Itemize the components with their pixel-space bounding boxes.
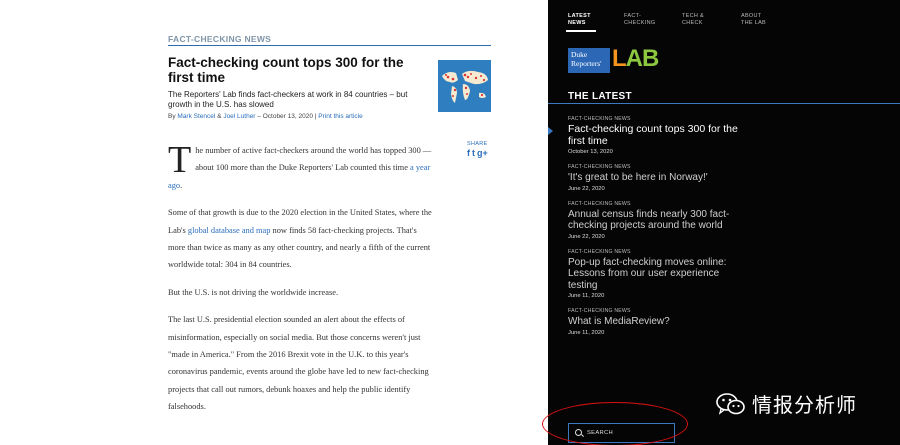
byline-prefix: By <box>168 113 176 120</box>
news-category[interactable]: FACT-CHECKING NEWS <box>568 116 743 122</box>
wechat-icon <box>716 392 746 416</box>
section-divider <box>548 103 900 104</box>
list-item[interactable]: FACT-CHECKING NEWS 'It's great to be her… <box>568 164 743 192</box>
news-category[interactable]: FACT-CHECKING NEWS <box>568 308 743 314</box>
reporters-lab-logo[interactable]: Duke Reporters' LAB <box>568 45 659 73</box>
article-pane: FACT-CHECKING NEWS Fact-checking count t… <box>0 0 548 445</box>
logo-lab-letters: LAB <box>612 45 659 72</box>
current-article-arrow-icon <box>548 127 553 135</box>
byline: By Mark Stencel & Joel Luther – October … <box>168 113 488 120</box>
news-title[interactable]: Fact-checking count tops 300 for the fir… <box>568 123 743 147</box>
list-item[interactable]: FACT-CHECKING NEWS What is MediaReview? … <box>568 308 743 336</box>
author-link-luther[interactable]: Joel Luther <box>223 113 255 120</box>
facebook-icon[interactable]: f <box>467 148 470 158</box>
top-navigation: LATEST NEWS FACT- CHECKING TECH & CHECK ABO… <box>548 0 900 33</box>
paragraph-2: Some of that growth is due to the 2020 e… <box>168 208 432 270</box>
global-database-link[interactable]: global database and map <box>188 226 271 235</box>
twitter-icon[interactable]: t <box>472 148 475 158</box>
google-plus-icon[interactable]: g+ <box>477 148 488 158</box>
article-subheadline: The Reporters' Lab finds fact-checkers a… <box>168 90 408 109</box>
active-nav-indicator <box>566 30 596 32</box>
paragraph-4: The last U.S. presidential election soun… <box>168 315 429 412</box>
latest-news-sidebar: LATEST NEWS FACT- CHECKING TECH & CHECK ABO… <box>542 0 900 445</box>
news-title[interactable]: Pop-up fact-checking moves online: Lesso… <box>568 257 743 292</box>
byline-separator: | <box>314 113 317 120</box>
list-item[interactable]: FACT-CHECKING NEWS Pop-up fact-checking … <box>568 249 743 300</box>
print-article-link[interactable]: Print this article <box>318 113 362 120</box>
list-item[interactable]: FACT-CHECKING NEWS Fact-checking count t… <box>548 116 743 155</box>
author-link-stencel[interactable]: Mark Stencel <box>177 113 215 120</box>
paragraph-3: But the U.S. is not driving the worldwid… <box>168 287 339 297</box>
byline-date: – October 13, 2020 <box>257 113 313 120</box>
news-category[interactable]: FACT-CHECKING NEWS <box>568 164 743 170</box>
news-date: June 11, 2020 <box>568 329 605 336</box>
share-label: SHARE <box>467 141 488 147</box>
nav-about-lab[interactable]: ABOUT THE LAB <box>741 13 766 27</box>
nav-tech-check[interactable]: TECH & CHECK <box>682 13 704 27</box>
news-date: June 11, 2020 <box>568 293 605 299</box>
news-date: June 22, 2020 <box>568 233 605 240</box>
news-date: June 22, 2020 <box>568 185 605 192</box>
article-category[interactable]: FACT-CHECKING NEWS <box>168 34 271 44</box>
share-widget: SHARE f t g+ <box>467 141 497 158</box>
news-list: FACT-CHECKING NEWS Fact-checking count t… <box>548 116 743 345</box>
category-divider <box>168 45 491 46</box>
red-annotation-circle <box>542 402 688 445</box>
section-title: THE LATEST <box>568 91 632 102</box>
nav-latest-news[interactable]: LATEST NEWS <box>568 13 591 27</box>
news-date: October 13, 2020 <box>568 149 613 155</box>
news-category[interactable]: FACT-CHECKING NEWS <box>568 201 743 207</box>
watermark-text: 情报分析师 <box>752 393 857 417</box>
article-headline: Fact-checking count tops 300 for the fir… <box>168 55 404 85</box>
news-title[interactable]: What is MediaReview? <box>568 316 743 328</box>
article-body: The number of active fact-checkers aroun… <box>168 139 433 426</box>
paragraph-1: The number of active fact-checkers aroun… <box>168 139 432 190</box>
news-title[interactable]: 'It's great to be here in Norway!' <box>568 172 743 184</box>
nav-fact-checking[interactable]: FACT- CHECKING <box>624 13 655 27</box>
drop-cap: T <box>168 139 192 181</box>
news-category[interactable]: FACT-CHECKING NEWS <box>568 249 743 255</box>
wechat-watermark: 情报分析师 <box>716 389 857 418</box>
logo-duke-box: Duke Reporters' <box>568 48 610 73</box>
news-title[interactable]: Annual census finds nearly 300 fact-chec… <box>568 209 743 232</box>
byline-amp: & <box>217 113 222 120</box>
list-item[interactable]: FACT-CHECKING NEWS Annual census finds n… <box>568 201 743 240</box>
world-map-thumbnail[interactable] <box>438 60 491 112</box>
